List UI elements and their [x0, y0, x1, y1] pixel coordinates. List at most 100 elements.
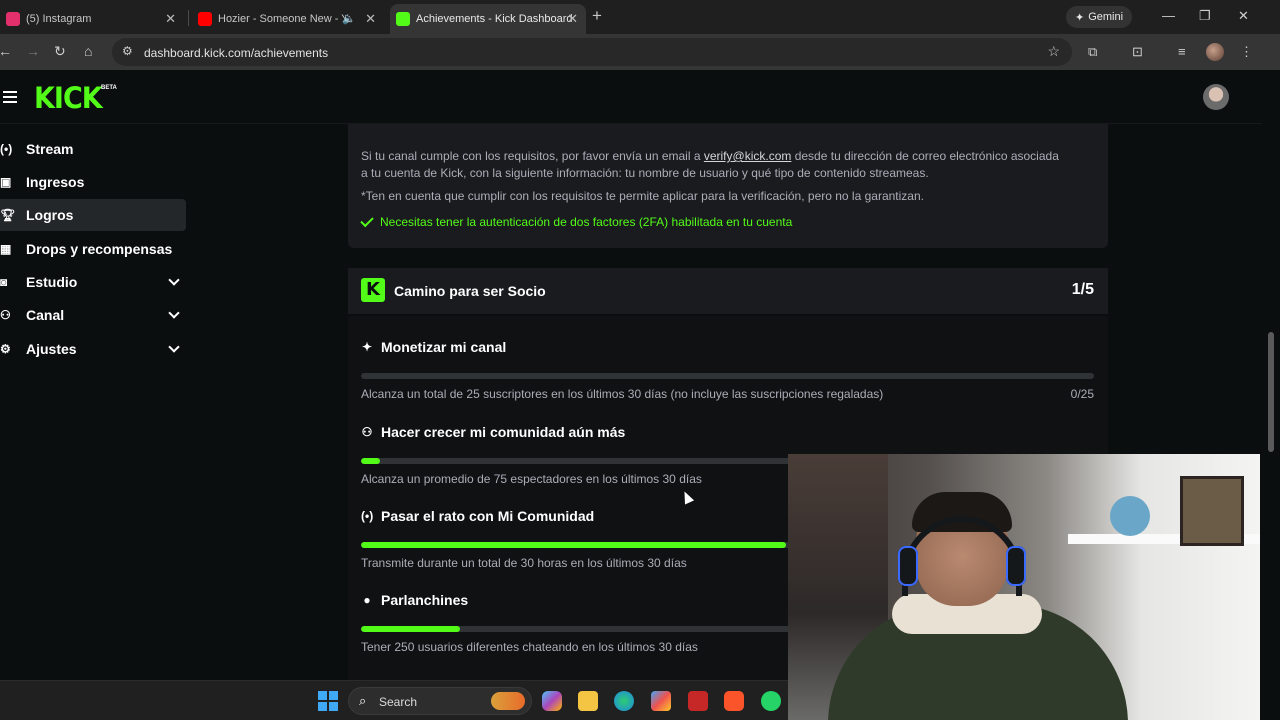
minimize-icon[interactable]: — [1162, 8, 1175, 23]
copilot-icon[interactable] [542, 691, 562, 711]
achievement-title: Hacer crecer mi comunidad aún más [381, 424, 626, 440]
gift-icon: ▦ [0, 242, 12, 256]
sidebar-item-drops[interactable]: ▦ Drops y recompensas [0, 233, 186, 265]
reload-icon[interactable]: ↻ [54, 43, 66, 60]
taskbar-search-label: Search [379, 695, 418, 709]
youtube-icon [198, 12, 212, 26]
media-control-icon[interactable]: ≡ [1178, 44, 1186, 59]
checkmark-icon [360, 213, 374, 228]
sidebar-item-label: Drops y recompensas [26, 241, 173, 257]
instructions-text-line2: a tu cuenta de Kick, con la siguiente in… [361, 166, 929, 180]
window-close-icon[interactable]: ✕ [1238, 8, 1249, 24]
chat-icon: ● [363, 593, 371, 607]
sidebar-item-ingresos[interactable]: ▣ Ingresos [0, 166, 186, 198]
menu-dots-icon[interactable]: ⋮ [1240, 44, 1253, 60]
search-highlight-icon [491, 692, 525, 710]
close-icon[interactable]: ✕ [165, 11, 176, 27]
sidebar-item-label: Ajustes [26, 341, 77, 357]
sidebar-item-label: Ingresos [26, 174, 85, 190]
hamburger-menu-icon[interactable] [3, 91, 17, 103]
gemini-button[interactable]: ✦ Gemini [1066, 6, 1132, 28]
chevron-down-icon[interactable] [168, 274, 180, 286]
kick-header: KICK BETA [0, 70, 1262, 124]
gemini-label: Gemini [1088, 11, 1124, 23]
kick-logo[interactable]: KICK [34, 81, 103, 115]
sidebar-item-label: Logros [26, 207, 74, 223]
sidebar-item-ajustes[interactable]: ⚙ Ajustes [0, 333, 186, 365]
tab-label: Hozier - Someone New - Yo [218, 13, 350, 25]
requirement-text: Necesitas tener la autenticación de dos … [380, 215, 793, 229]
edge-browser-icon[interactable] [614, 691, 634, 711]
progress-fill [361, 626, 460, 632]
url-text[interactable]: dashboard.kick.com/achievements [144, 46, 328, 60]
site-settings-icon[interactable]: ⚙ [122, 44, 133, 58]
sidebar-item-label: Stream [26, 141, 74, 157]
forward-icon[interactable]: → [26, 43, 40, 59]
restore-icon[interactable]: ❐ [1199, 8, 1211, 24]
speaker-icon[interactable]: 🔈 [342, 12, 356, 25]
beta-badge: BETA [101, 85, 117, 91]
sparkle-icon: ✦ [361, 340, 373, 354]
address-bar[interactable]: ⚙ dashboard.kick.com/achievements ☆ [112, 38, 1072, 66]
achievement-title: Parlanchines [381, 592, 469, 608]
chevron-down-icon[interactable] [168, 307, 180, 319]
taskbar-search[interactable]: ⌕ Search [348, 687, 532, 715]
browser-tab-strip: (5) Instagram ✕ Hozier - Someone New - Y… [0, 0, 1280, 34]
tab-search-icon[interactable]: ⊡ [1132, 44, 1143, 60]
verification-note: *Ten en cuenta que cumplir con los requi… [361, 189, 924, 203]
kick-icon [396, 12, 410, 26]
progress-fill [361, 458, 381, 464]
home-icon[interactable]: ⌂ [84, 43, 92, 59]
windows-start-icon[interactable] [318, 691, 338, 711]
microsoft-store-icon[interactable] [651, 691, 671, 711]
instagram-icon [6, 12, 20, 26]
achievement-count: 0/25 [1070, 387, 1094, 401]
back-icon[interactable]: ← [0, 43, 12, 59]
partner-path-header[interactable]: K Camino para ser Socio 1/5 [348, 268, 1108, 314]
mcafee-icon[interactable] [688, 691, 708, 711]
scrollbar-thumb[interactable] [1268, 332, 1274, 452]
sidebar-item-label: Estudio [26, 274, 78, 290]
achievement-item: ✦ Monetizar mi canal Alcanza un total de… [361, 338, 1094, 403]
extensions-icon[interactable]: ⧉ [1088, 44, 1097, 60]
webcam-headset-ear [898, 546, 918, 586]
bookmark-star-icon[interactable]: ☆ [1047, 43, 1060, 60]
camera-icon: ◙ [0, 275, 8, 289]
community-icon: ⚇ [361, 425, 373, 439]
tab-separator [188, 10, 189, 26]
tab-label: (5) Instagram [26, 13, 92, 25]
close-icon[interactable]: ✕ [567, 11, 578, 27]
sidebar-item-estudio[interactable]: ◙ Estudio [0, 266, 186, 298]
page-scrollbar[interactable] [1262, 70, 1280, 680]
browser-toolbar: ← → ↻ ⌂ ⚙ dashboard.kick.com/achievement… [0, 34, 1280, 70]
tab-instagram[interactable]: (5) Instagram ✕ [0, 4, 184, 34]
browser-profile-avatar[interactable] [1206, 43, 1224, 61]
new-tab-icon[interactable]: + [592, 6, 602, 26]
windows-taskbar: ⌕ Search [0, 680, 788, 720]
user-avatar[interactable] [1203, 84, 1229, 110]
brave-browser-icon[interactable] [724, 691, 744, 711]
achievement-description: Transmite durante un total de 30 horas e… [361, 556, 687, 570]
achievement-description: Alcanza un total de 25 suscriptores en l… [361, 387, 884, 401]
achievement-description: Tener 250 usuarios diferentes chateando … [361, 640, 698, 654]
file-explorer-icon[interactable] [578, 691, 598, 711]
kick-badge-icon: K [361, 278, 385, 302]
close-icon[interactable]: ✕ [365, 11, 376, 27]
whatsapp-icon[interactable] [761, 691, 781, 711]
sidebar-item-logros[interactable]: 🏆︎ Logros [0, 199, 186, 231]
tab-youtube[interactable]: Hozier - Someone New - Yo 🔈 ✕ [192, 4, 384, 34]
sidebar-item-canal[interactable]: ⚇ Canal [0, 299, 186, 331]
sidebar-item-stream[interactable]: (•) Stream [0, 133, 186, 165]
chart-icon: ▣ [0, 175, 12, 189]
achievement-description: Alcanza un promedio de 75 espectadores e… [361, 472, 702, 486]
progress-bar [361, 373, 1094, 379]
requirement-2fa: Necesitas tener la autenticación de dos … [360, 213, 793, 229]
verify-email-link[interactable]: verify@kick.com [704, 149, 792, 163]
instructions-text-pre: Si tu canal cumple con los requisitos, p… [361, 149, 704, 163]
broadcast-icon: (•) [0, 142, 13, 156]
verification-instructions: Si tu canal cumple con los requisitos, p… [361, 148, 1101, 182]
users-icon: ⚇ [0, 308, 11, 322]
chevron-down-icon[interactable] [168, 341, 180, 353]
sparkle-icon: ✦ [1074, 11, 1085, 24]
tab-kick-achievements[interactable]: Achievements - Kick Dashboard ✕ [390, 4, 586, 34]
